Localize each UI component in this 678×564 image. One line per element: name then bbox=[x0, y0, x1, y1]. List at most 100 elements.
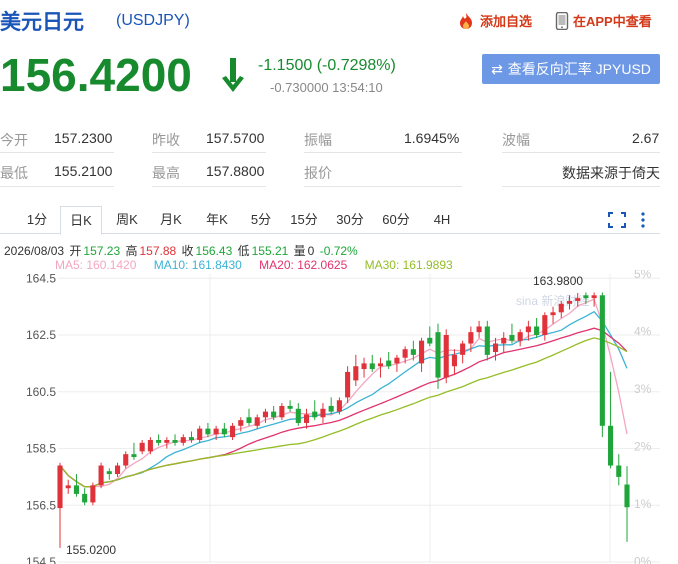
add-watchlist-button[interactable]: 添加自选 bbox=[456, 11, 532, 30]
data-source: 数据来源于倚天 bbox=[562, 165, 660, 181]
arrow-down-icon bbox=[220, 56, 246, 101]
candle bbox=[361, 363, 367, 370]
candle bbox=[336, 400, 342, 412]
high-label: 高 bbox=[125, 244, 138, 258]
tab-60min[interactable]: 60分 bbox=[376, 206, 416, 234]
ohlc-change: -0.72% bbox=[319, 244, 358, 258]
candle bbox=[57, 465, 63, 509]
low-value: 155.2100 bbox=[54, 163, 113, 179]
header: 美元日元 (USDJPY) 添加自选 在APP中查看 bbox=[0, 0, 678, 40]
open-label: 开 bbox=[69, 244, 82, 258]
more-icon[interactable] bbox=[640, 212, 646, 233]
ma30-line bbox=[59, 337, 628, 488]
candle bbox=[139, 442, 145, 452]
candle bbox=[451, 354, 457, 367]
candle bbox=[377, 363, 384, 367]
reverse-rate-button[interactable]: ⇄ 查看反向汇率 JPYUSD bbox=[482, 54, 660, 84]
prev-close-label: 昨收 bbox=[152, 132, 180, 148]
candle bbox=[197, 428, 203, 440]
fullscreen-icon[interactable] bbox=[608, 212, 626, 233]
candle bbox=[106, 471, 112, 475]
candle bbox=[246, 417, 252, 423]
max-price-label: 163.9800 bbox=[533, 274, 583, 288]
stats-row-2: 最低 155.2100 最高 157.8800 报价 数据来源于倚天 bbox=[0, 163, 660, 193]
candle bbox=[188, 437, 195, 440]
current-price: 156.4200 bbox=[0, 49, 192, 101]
candlestick-chart[interactable]: 164.5 162.5 160.5 158.5 156.5 154.5 5% 4% 3% 2% 1%… bbox=[0, 270, 678, 564]
tab-4h[interactable]: 4H bbox=[424, 206, 460, 234]
low-value: 155.21 bbox=[251, 244, 289, 258]
candle bbox=[172, 439, 178, 443]
candle bbox=[254, 417, 260, 426]
candle bbox=[98, 465, 104, 486]
divider bbox=[304, 152, 462, 153]
candle bbox=[402, 349, 408, 358]
y-tick-label: 154.5 bbox=[26, 555, 56, 564]
pair-title: 美元日元 bbox=[0, 11, 84, 34]
candle bbox=[114, 465, 121, 475]
candle bbox=[238, 420, 244, 426]
candle bbox=[542, 315, 548, 336]
ohlc-info: 2026/08/03 开 157.23 高 157.88 收 156.43 低 155.… bbox=[4, 242, 360, 259]
candle bbox=[312, 411, 318, 418]
ohlc-date: 2026/08/03 bbox=[4, 244, 65, 258]
tab-yearly-k[interactable]: 年K bbox=[198, 206, 236, 234]
divider bbox=[152, 186, 266, 187]
candle bbox=[180, 437, 186, 443]
prev-close-value: 157.5700 bbox=[206, 130, 265, 146]
flame-icon bbox=[456, 12, 476, 30]
reverse-rate-label: 查看反向汇率 JPYUSD bbox=[507, 61, 651, 77]
candle bbox=[221, 428, 227, 435]
candle bbox=[443, 335, 449, 378]
divider bbox=[304, 186, 462, 187]
candle bbox=[517, 332, 523, 341]
tab-monthly-k[interactable]: 月K bbox=[152, 206, 190, 234]
price-change: -1.1500 (-0.7298%) bbox=[258, 57, 396, 74]
candle bbox=[147, 439, 153, 452]
y-right-tick-label: 5% bbox=[634, 270, 652, 281]
volume-value: 0 bbox=[307, 244, 315, 258]
candle bbox=[262, 411, 268, 418]
candle bbox=[156, 439, 162, 443]
candle bbox=[608, 425, 614, 466]
tab-1min[interactable]: 1分 bbox=[20, 206, 54, 234]
candle bbox=[386, 360, 392, 367]
y-right-tick-label: 2% bbox=[634, 440, 652, 454]
stats-row-1: 今开 157.2300 昨收 157.5700 振幅 1.6945% 波幅 2.… bbox=[0, 130, 660, 160]
candle bbox=[575, 298, 581, 301]
candle bbox=[230, 425, 236, 438]
divider bbox=[0, 152, 114, 153]
candle bbox=[624, 484, 630, 508]
y-right-tick-label: 1% bbox=[634, 497, 652, 511]
period-tabs: 1分 日K 周K 月K 年K 5分 15分 30分 60分 4H bbox=[0, 206, 660, 235]
y-tick-label: 158.5 bbox=[26, 442, 56, 456]
candle bbox=[369, 363, 375, 370]
candle bbox=[410, 349, 416, 355]
quote-label: 报价 bbox=[304, 165, 332, 181]
tab-5min[interactable]: 5分 bbox=[244, 206, 278, 234]
close-label: 收 bbox=[181, 244, 194, 258]
candle bbox=[271, 411, 277, 418]
tab-30min[interactable]: 30分 bbox=[330, 206, 370, 234]
candle bbox=[435, 332, 441, 378]
candle bbox=[484, 326, 490, 355]
candle bbox=[566, 300, 573, 304]
tab-daily-k[interactable]: 日K bbox=[60, 206, 102, 235]
high-label: 最高 bbox=[152, 165, 180, 181]
y-right-tick-label: 3% bbox=[634, 382, 652, 396]
open-label: 今开 bbox=[0, 132, 28, 148]
tab-15min[interactable]: 15分 bbox=[284, 206, 324, 234]
volatility-value: 2.67 bbox=[632, 130, 660, 146]
divider bbox=[0, 186, 114, 187]
tab-weekly-k[interactable]: 周K bbox=[108, 206, 146, 234]
phone-icon bbox=[555, 11, 569, 30]
candle bbox=[90, 485, 96, 503]
candle bbox=[320, 408, 326, 418]
open-value: 157.2300 bbox=[54, 130, 113, 146]
view-in-app-button[interactable]: 在APP中查看 bbox=[555, 11, 652, 30]
ma10-line bbox=[59, 310, 628, 488]
candle bbox=[65, 485, 71, 489]
candle bbox=[509, 335, 515, 341]
candle bbox=[583, 295, 589, 299]
divider bbox=[502, 186, 660, 187]
